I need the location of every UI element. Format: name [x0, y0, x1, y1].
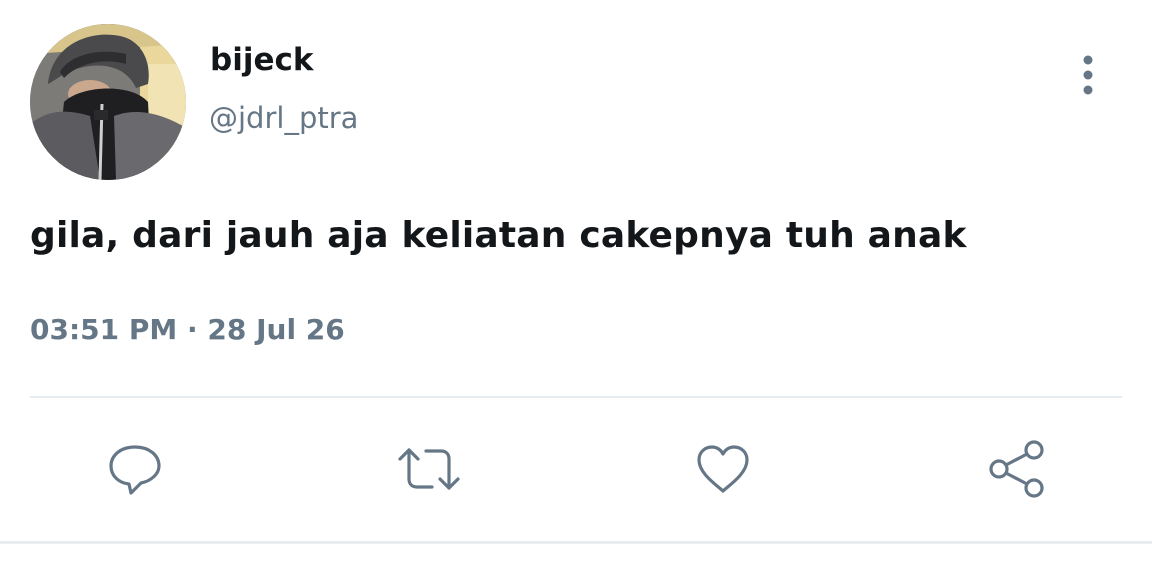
retweet-button[interactable]	[394, 436, 464, 502]
like-icon	[697, 445, 749, 493]
share-icon	[989, 440, 1044, 498]
share-button[interactable]	[982, 436, 1052, 502]
tweet-timestamp[interactable]: 03:51 PM · 28 Jul 26	[30, 310, 345, 350]
divider	[30, 396, 1122, 398]
divider-bottom	[0, 541, 1152, 544]
more-options-button[interactable]	[1068, 52, 1108, 98]
reply-icon	[109, 445, 161, 495]
author-handle[interactable]: @jdrl_ptra	[209, 98, 358, 138]
avatar-photo	[30, 24, 186, 180]
more-vertical-icon	[1083, 55, 1093, 95]
like-button[interactable]	[688, 436, 758, 502]
reply-button[interactable]	[100, 436, 170, 502]
avatar[interactable]	[30, 24, 186, 180]
retweet-icon	[398, 448, 460, 490]
tweet-text: gila, dari jauh aja keliatan cakepnya tu…	[30, 215, 967, 256]
author-display-name[interactable]: bijeck	[210, 40, 313, 80]
